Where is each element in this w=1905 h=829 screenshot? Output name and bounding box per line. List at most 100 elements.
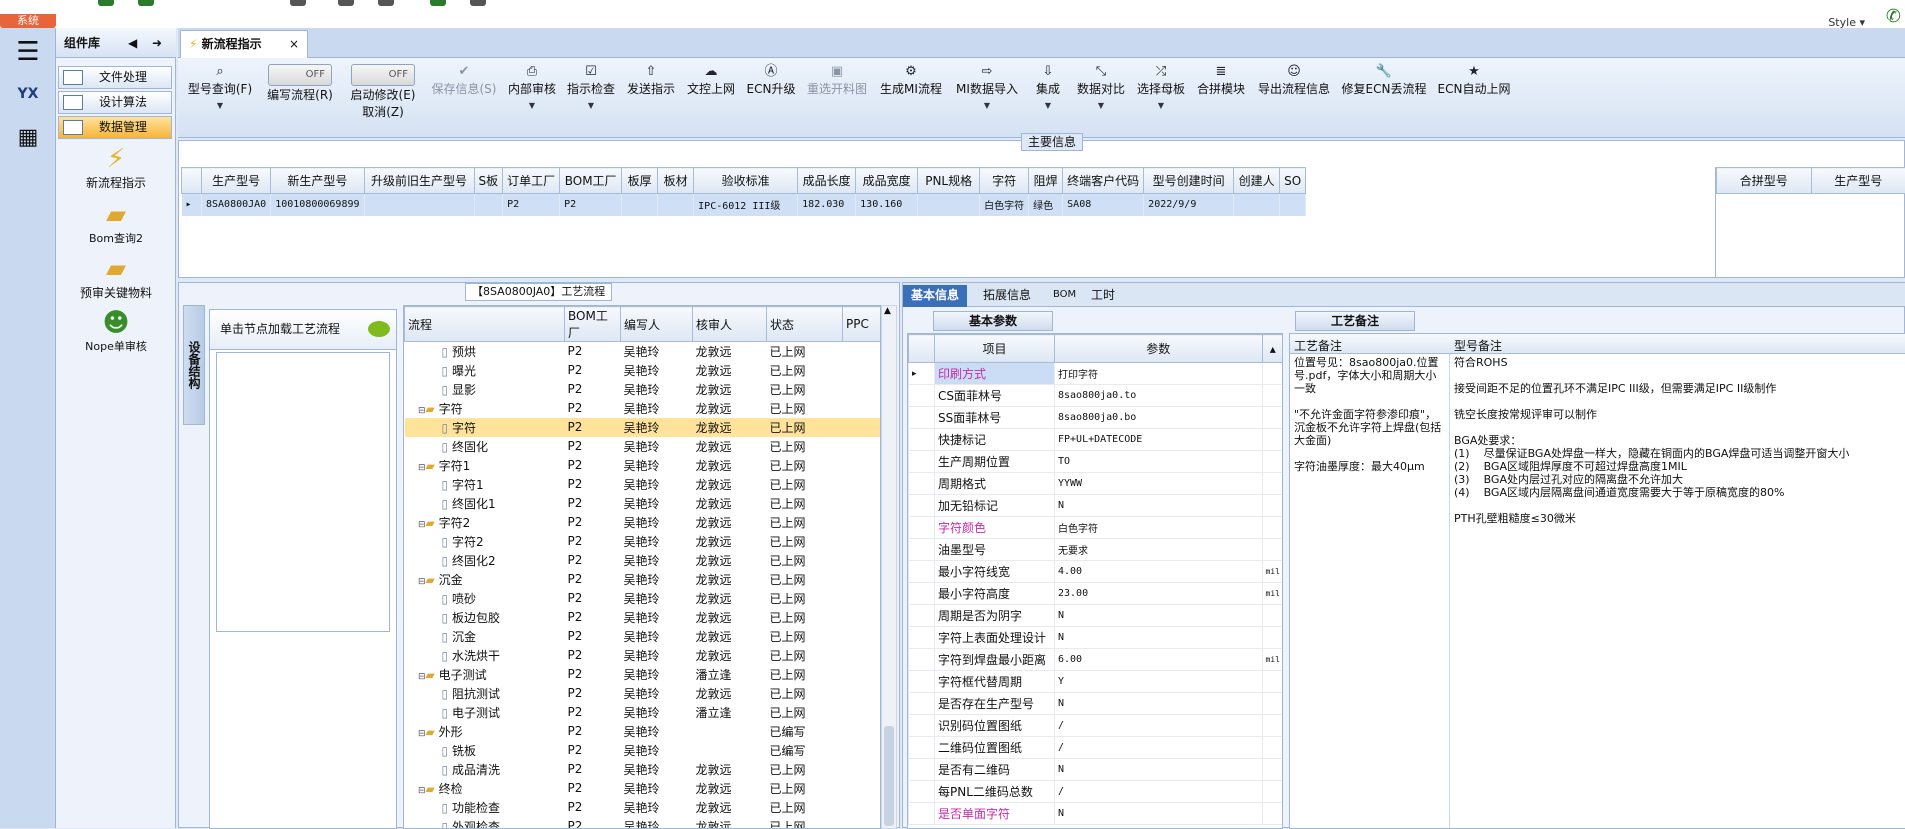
tree-node[interactable]: ▯ 水洗烘干 (405, 646, 565, 665)
table-row[interactable]: 快捷标记FP+UL+DATECODE (909, 429, 1284, 451)
process-tree-scrollbar[interactable]: ▲ (881, 305, 897, 829)
table-row[interactable]: 字符到焊盘最小距离6.00mil (909, 649, 1284, 671)
doc-control-online-button[interactable]: ☁文控上网 (684, 64, 738, 134)
tree-node[interactable]: ⊟ ▰ 字符 (405, 399, 565, 418)
param-value[interactable]: FP+UL+DATECODE (1055, 429, 1263, 451)
tree-node[interactable]: ▯ 终固化1 (405, 494, 565, 513)
col-bom-factory[interactable]: BOM工厂 (565, 307, 621, 342)
col-main-info[interactable]: 生产型号 (202, 168, 271, 194)
top-tool-icon[interactable] (98, 0, 114, 6)
col-main-info[interactable]: 成品宽度 (856, 168, 918, 194)
collapse-icon[interactable]: ⊟ (418, 672, 426, 682)
tab-work-hours[interactable]: 工时 (1083, 285, 1123, 307)
param-value[interactable]: / (1055, 715, 1263, 737)
yx-logo-icon[interactable]: YX (8, 76, 48, 112)
col-main-info[interactable]: PNL规格 (918, 168, 980, 194)
collapse-left-icon[interactable]: ◀ (128, 28, 137, 58)
tab-basic-info[interactable]: 基本信息 (903, 285, 967, 307)
table-cell[interactable]: P2 (560, 194, 622, 216)
tool-new-process-indication[interactable]: ⚡ 新流程指示 (56, 144, 176, 191)
collapse-icon[interactable]: ⊟ (418, 577, 426, 587)
top-tool-icon[interactable] (470, 0, 486, 6)
col-main-info[interactable]: 板厚 (622, 168, 658, 194)
tree-node[interactable]: ▯ 成品清洗 (405, 760, 565, 779)
scroll-up-icon[interactable]: ▲ (884, 306, 891, 316)
table-cell[interactable]: 10010800069899 (271, 194, 364, 216)
design-algorithm-button[interactable]: 设计算法 (58, 91, 172, 114)
table-row[interactable]: 生产周期位置TO (909, 451, 1284, 473)
param-value[interactable]: N (1055, 495, 1263, 517)
collapse-icon[interactable]: ⊟ (418, 729, 426, 739)
tree-node[interactable]: ▯ 喷砂 (405, 589, 565, 608)
param-value[interactable]: N (1055, 627, 1263, 649)
tab-extended-info[interactable]: 拓展信息 (975, 285, 1039, 307)
tree-node[interactable]: ⊟ ▰ 电子测试 (405, 665, 565, 684)
file-processing-button[interactable]: 文件处理 (58, 66, 172, 89)
col-main-info[interactable]: 型号创建时间 (1144, 168, 1234, 194)
table-row[interactable]: ▸印刷方式打印字符 (909, 363, 1284, 385)
table-cell[interactable] (622, 194, 658, 216)
param-value[interactable]: 4.00 (1055, 561, 1263, 583)
table-row[interactable]: ▯ 显影P2吴艳玲龙敦远已上网 (405, 380, 882, 399)
table-row[interactable]: 最小字符线宽4.00mil (909, 561, 1284, 583)
start-modify-toggle[interactable]: OFF启动修改(E)取消(Z) (344, 64, 422, 134)
process-remark-title[interactable]: 工艺备注 (1295, 311, 1415, 331)
table-row[interactable]: 字符框代替周期Y (909, 671, 1284, 693)
table-row[interactable]: ▯ 电子测试P2吴艳玲潘立逢已上网 (405, 703, 882, 722)
table-cell[interactable] (1280, 194, 1306, 216)
table-row[interactable]: ▯ 字符P2吴艳玲龙敦远已上网 (405, 418, 882, 437)
toggle-switch[interactable]: OFF (351, 64, 415, 86)
tab-bom[interactable]: BOM (1045, 285, 1084, 307)
col-param[interactable]: 参数 (1055, 335, 1263, 363)
col-ppc[interactable]: PPC (843, 307, 882, 342)
table-row[interactable]: 字符颜色白色字符 (909, 517, 1284, 539)
table-cell[interactable]: P2 (503, 194, 560, 216)
cancel-label[interactable]: 取消(Z) (362, 105, 404, 119)
table-row[interactable]: ▯ 终固化P2吴艳玲龙敦远已上网 (405, 437, 882, 456)
table-cell[interactable]: SA08 (1063, 194, 1144, 216)
table-row[interactable]: 是否单面字符N (909, 803, 1284, 825)
table-row[interactable]: ▯ 阻抗测试P2吴艳玲龙敦远已上网 (405, 684, 882, 703)
tool-bom-query2[interactable]: ▰ Bom查询2 (56, 200, 176, 246)
calculator-icon[interactable]: ▦ (8, 120, 48, 156)
close-icon[interactable]: × (289, 31, 299, 57)
table-row[interactable]: ▸8SA0800JA010010800069899P2P2IPC-6012 II… (182, 194, 1306, 216)
tree-node[interactable]: ⊟ ▰ 字符1 (405, 456, 565, 475)
table-row[interactable]: ▯ 水洗烘干P2吴艳玲龙敦远已上网 (405, 646, 882, 665)
send-instruction-button[interactable]: ⇧发送指示 (624, 64, 678, 134)
col-main-info[interactable]: 创建人 (1234, 168, 1280, 194)
table-row[interactable]: ▯ 外观检查P2吴艳玲龙敦远已上网 (405, 817, 882, 829)
export-process-info-button[interactable]: ☺导出流程信息 (1254, 64, 1334, 134)
param-value[interactable]: YYWW (1055, 473, 1263, 495)
table-row[interactable]: ▯ 铣板P2吴艳玲已编写 (405, 741, 882, 760)
table-cell[interactable] (918, 194, 980, 216)
basic-params-title[interactable]: 基本参数 (933, 311, 1053, 331)
param-value[interactable]: 打印字符 (1055, 363, 1263, 385)
col-merge-model[interactable]: 合拼型号 (1717, 168, 1812, 194)
generate-mi-process-button[interactable]: ⚙生成MI流程 (876, 64, 946, 134)
table-row[interactable]: ⊟ ▰ 沉金P2吴艳玲龙敦远已上网 (405, 570, 882, 589)
col-main-info[interactable]: 升级前旧生产型号 (364, 168, 474, 194)
col-main-info[interactable]: 订单工厂 (503, 168, 560, 194)
table-row[interactable]: ▯ 终固化2P2吴艳玲龙敦远已上网 (405, 551, 882, 570)
param-value[interactable]: 8sao800ja0.bo (1055, 407, 1263, 429)
collapse-icon[interactable]: ⊟ (418, 406, 426, 416)
param-value[interactable]: 8sao800ja0.to (1055, 385, 1263, 407)
table-cell[interactable] (474, 194, 503, 216)
table-row[interactable]: 周期是否为阴字N (909, 605, 1284, 627)
table-row[interactable]: ⊟ ▰ 字符2P2吴艳玲龙敦远已上网 (405, 513, 882, 532)
tree-node[interactable]: ▯ 沉金 (405, 627, 565, 646)
col-main-info[interactable]: 成品长度 (798, 168, 856, 194)
tree-node[interactable]: ▯ 终固化2 (405, 551, 565, 570)
col-writer[interactable]: 编写人 (621, 307, 693, 342)
param-value[interactable]: N (1055, 693, 1263, 715)
top-tool-icon[interactable] (378, 0, 394, 6)
table-cell[interactable] (364, 194, 474, 216)
hamburger-menu-icon[interactable]: ☰ (8, 34, 48, 70)
col-main-info[interactable]: 验收标准 (694, 168, 798, 194)
tree-node[interactable]: ▯ 曝光 (405, 361, 565, 380)
table-row[interactable]: ▯ 喷砂P2吴艳玲龙敦远已上网 (405, 589, 882, 608)
param-value[interactable]: Y (1055, 671, 1263, 693)
node-list[interactable] (216, 352, 390, 632)
col-item[interactable]: 项目 (935, 335, 1055, 363)
